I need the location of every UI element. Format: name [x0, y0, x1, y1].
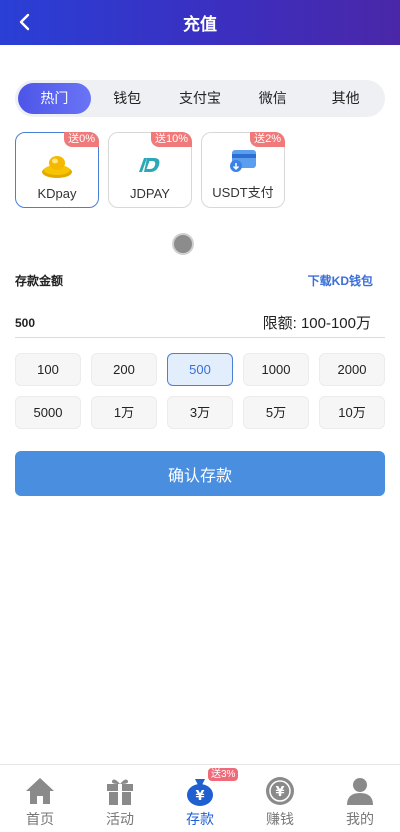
- tabbar-label: 首页: [26, 811, 54, 827]
- amount-chip-100[interactable]: 100: [15, 353, 81, 386]
- amount-chip-200[interactable]: 200: [91, 353, 157, 386]
- payment-name: JDPAY: [130, 186, 170, 201]
- amount-chip-1wan[interactable]: 1万: [91, 396, 157, 429]
- payment-method-usdt[interactable]: 送2% USDT支付: [201, 132, 285, 208]
- amount-chip-10wan[interactable]: 10万: [319, 396, 385, 429]
- back-arrow-icon[interactable]: [12, 8, 40, 36]
- limit-text: 限额: 100-100万: [262, 315, 371, 332]
- card-wallet-icon: [230, 150, 256, 172]
- user-icon: [347, 778, 373, 805]
- gold-ingot-icon: [42, 156, 72, 178]
- payment-method-list: 送0% KDpay 送10% JDPAY 送2% USDT支付: [15, 132, 285, 208]
- tab-other[interactable]: 其他: [309, 83, 382, 114]
- bonus-badge: 送10%: [150, 132, 192, 147]
- payment-name: USDT支付: [212, 185, 274, 200]
- payment-method-jdpay[interactable]: 送10% JDPAY: [108, 132, 192, 208]
- tabbar-item-earn[interactable]: ¥ 赚钱: [240, 765, 320, 832]
- amount-chip-3wan[interactable]: 3万: [167, 396, 233, 429]
- tab-wallet[interactable]: 钱包: [91, 83, 164, 114]
- tabbar-item-deposit[interactable]: 送3% ¥ 存款: [160, 765, 240, 832]
- tabbar-label: 存款: [186, 811, 214, 827]
- amount-chip-5wan[interactable]: 5万: [243, 396, 309, 429]
- deposit-bonus-badge: 送3%: [208, 768, 239, 781]
- tabbar-label: 赚钱: [266, 811, 294, 827]
- home-icon: [26, 778, 54, 804]
- header-bar: 充值: [0, 0, 400, 45]
- amount-chip-1000[interactable]: 1000: [243, 353, 309, 386]
- amount-chip-5000[interactable]: 5000: [15, 396, 81, 429]
- tabbar-label: 我的: [346, 811, 374, 827]
- tabbar-label: 活动: [106, 811, 134, 827]
- bonus-badge: 送2%: [250, 132, 285, 147]
- amount-label-row: 存款金额 下载KD钱包: [15, 272, 385, 289]
- coin-icon: ¥: [266, 777, 294, 805]
- quick-amount-grid: 100 200 500 1000 2000 5000 1万 3万 5万 10万: [15, 353, 385, 429]
- payment-name: KDpay: [37, 186, 77, 201]
- bonus-badge: 送0%: [64, 132, 99, 147]
- amount-chip-500[interactable]: 500: [167, 353, 233, 386]
- amount-input-row: 限额: 100-100万: [15, 308, 385, 338]
- amount-label: 存款金额: [15, 274, 64, 288]
- tabbar-item-activity[interactable]: 活动: [80, 765, 160, 832]
- tabbar-item-home[interactable]: 首页: [0, 765, 80, 832]
- confirm-deposit-button[interactable]: 确认存款: [15, 451, 385, 496]
- svg-text:¥: ¥: [275, 785, 284, 800]
- jdpay-logo-icon: [139, 158, 160, 172]
- amount-chip-2000[interactable]: 2000: [319, 353, 385, 386]
- payment-category-tabs: 热门 钱包 支付宝 微信 其他: [15, 80, 385, 117]
- tab-wechat[interactable]: 微信: [236, 83, 309, 114]
- amount-input[interactable]: [15, 315, 195, 330]
- gift-icon: [107, 779, 133, 805]
- download-wallet-link[interactable]: 下载KD钱包: [308, 272, 373, 289]
- bottom-tab-bar: 首页 活动 送3% ¥ 存款 ¥ 赚钱 我的: [0, 764, 400, 832]
- page-title: 充值: [183, 15, 217, 34]
- tab-alipay[interactable]: 支付宝: [164, 83, 237, 114]
- tabbar-item-profile[interactable]: 我的: [320, 765, 400, 832]
- tab-hot[interactable]: 热门: [18, 83, 91, 114]
- svg-text:¥: ¥: [195, 789, 204, 804]
- payment-method-kdpay[interactable]: 送0% KDpay: [15, 132, 99, 208]
- loading-spinner: [172, 233, 194, 255]
